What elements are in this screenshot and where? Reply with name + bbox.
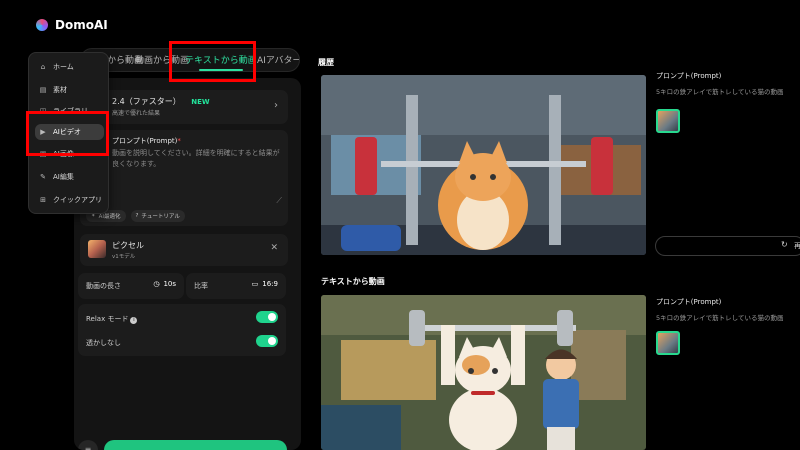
- app-logo[interactable]: DomoAI: [36, 18, 108, 32]
- no-watermark-label: 透かしなし: [86, 339, 121, 347]
- no-watermark-toggle[interactable]: [256, 335, 278, 347]
- tutorial-button[interactable]: ? チュートリアル: [130, 210, 185, 222]
- aspect-ratio-label: 比率: [194, 282, 208, 290]
- model-selector[interactable]: 2.4（ファスター） NEW 高速で優れた結果 ›: [80, 90, 288, 124]
- nav-item-assets[interactable]: ▤ 素材: [35, 82, 104, 98]
- nav-item-ai-image[interactable]: ▣ AI画像: [35, 146, 104, 162]
- nav-item-label: ライブラリ: [53, 107, 88, 115]
- tutorial-label: チュートリアル: [141, 214, 180, 220]
- nav-item-label: AI画像: [53, 150, 74, 158]
- resize-handle-icon[interactable]: ⟋: [276, 196, 282, 206]
- style-thumbnail: [88, 240, 106, 258]
- mode-tabs: 画像から動画 動画から動画 テキストから動画 AIアバター: [80, 48, 300, 72]
- clock-icon: ◷: [153, 280, 160, 288]
- nav-item-label: 素材: [53, 86, 67, 94]
- prompt-label: プロンプト(Prompt): [112, 137, 178, 145]
- regenerate-button[interactable]: ↻ 再: [655, 236, 800, 256]
- history-prompt-label: プロンプト(Prompt): [656, 72, 722, 80]
- close-icon[interactable]: ✕: [270, 243, 278, 253]
- nav-item-home[interactable]: ⌂ ホーム: [35, 59, 104, 75]
- logo-icon: [36, 19, 48, 31]
- tab-ai-avatar[interactable]: AIアバター: [257, 49, 299, 71]
- nav-item-label: AIビデオ: [53, 128, 81, 136]
- style-selector[interactable]: ピクセル v1モデル ✕: [80, 234, 288, 266]
- chevron-right-icon: ›: [274, 100, 278, 111]
- nav-item-label: クイックアプリ: [53, 196, 102, 204]
- no-watermark-row: 透かしなし: [86, 334, 278, 352]
- prompt-input[interactable]: 動画を説明してください。詳細を明確にすると結果が良くなります。: [112, 148, 282, 170]
- settings-icon[interactable]: ≡: [78, 440, 98, 450]
- aspect-ratio-value: 16:9: [262, 280, 278, 288]
- video-length-value: 10s: [163, 280, 176, 288]
- edit-icon: ✎: [40, 173, 46, 181]
- home-icon: ⌂: [40, 63, 46, 71]
- t2v-prompt-text: 5キロの鉄アレイで筋トレしている猫の動画: [656, 314, 784, 322]
- relax-mode-toggle[interactable]: [256, 311, 278, 323]
- regenerate-label: 再: [794, 242, 800, 250]
- toggle-card: Relax モード i 透かしなし: [78, 304, 286, 356]
- app-name: DomoAI: [55, 18, 108, 32]
- tab-video-to-video[interactable]: 動画から動画: [135, 49, 189, 71]
- library-icon: ◫: [39, 107, 47, 115]
- history-reference-thumbnail[interactable]: [656, 109, 680, 133]
- t2v-title: テキストから動画: [321, 277, 385, 286]
- nav-item-quick-apps[interactable]: ⊞ クイックアプリ: [35, 192, 104, 208]
- model-title: 2.4（ファスター）: [112, 97, 181, 106]
- history-video[interactable]: [321, 75, 646, 255]
- t2v-prompt-label: プロンプト(Prompt): [656, 298, 722, 306]
- prompt-card: プロンプト(Prompt)* 動画を説明してください。詳細を明確にすると結果が良…: [80, 130, 288, 226]
- apps-icon: ⊞: [40, 196, 46, 204]
- ratio-icon: ▭: [251, 280, 259, 288]
- info-icon[interactable]: i: [130, 317, 138, 324]
- generate-button[interactable]: [104, 440, 287, 450]
- nav-item-library[interactable]: ◫ ライブラリ: [35, 103, 104, 119]
- t2v-video[interactable]: [321, 295, 646, 450]
- nav-menu: ⌂ ホーム ▤ 素材 ◫ ライブラリ ▶ AIビデオ ▣ AI画像 ✎ AI編集…: [28, 52, 109, 214]
- style-name: ピクセル: [112, 241, 144, 250]
- video-icon: ▶: [40, 128, 46, 136]
- history-title: 履歴: [318, 58, 334, 67]
- nav-item-ai-video[interactable]: ▶ AIビデオ: [35, 124, 104, 140]
- nav-item-ai-edit[interactable]: ✎ AI編集: [35, 169, 104, 185]
- relax-mode-row: Relax モード i: [86, 310, 278, 328]
- folder-icon: ▤: [39, 86, 47, 94]
- image-icon: ▣: [39, 150, 47, 158]
- nav-item-label: ホーム: [53, 63, 74, 71]
- tab-text-to-video[interactable]: テキストから動画: [185, 49, 257, 71]
- help-icon: ?: [135, 213, 139, 219]
- t2v-reference-thumbnail[interactable]: [656, 331, 680, 355]
- style-subtitle: v1モデル: [112, 254, 136, 260]
- video-length-label: 動画の長さ: [86, 282, 121, 290]
- model-subtitle: 高速で優れた結果: [112, 110, 161, 117]
- new-badge: NEW: [191, 98, 210, 106]
- video-length-option[interactable]: 動画の長さ ◷ 10s: [78, 273, 184, 299]
- relax-mode-label: Relax モード: [86, 315, 129, 323]
- history-prompt-text: 5キロの鉄アレイで筋トレしている猫の動画: [656, 88, 784, 96]
- nav-item-label: AI編集: [53, 173, 74, 181]
- aspect-ratio-option[interactable]: 比率 ▭ 16:9: [186, 273, 286, 299]
- refresh-icon: ↻: [781, 240, 788, 249]
